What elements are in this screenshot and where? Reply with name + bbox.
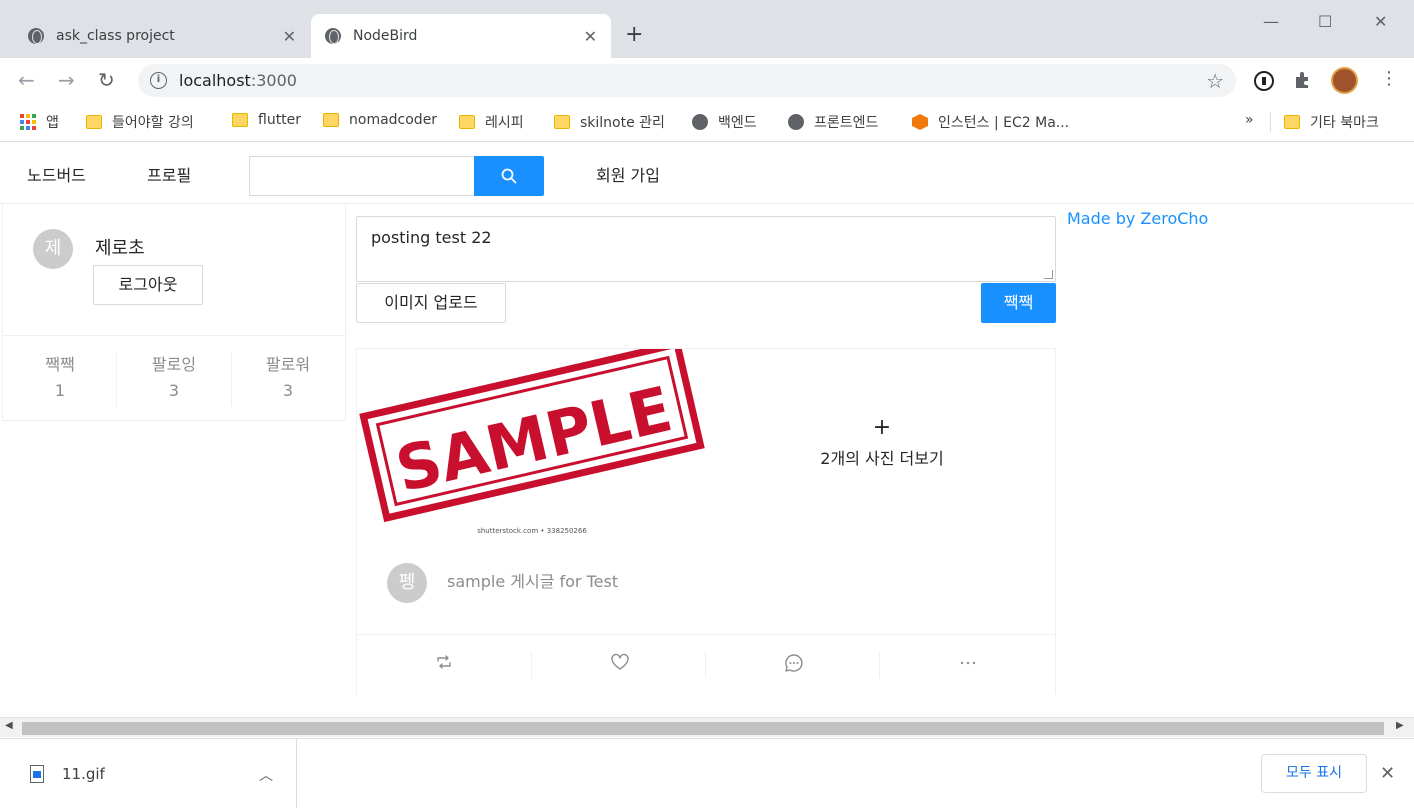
globe-icon bbox=[28, 28, 44, 44]
bookmark-folder[interactable]: 들어야할 강의 bbox=[86, 112, 194, 132]
close-shelf-icon[interactable]: ✕ bbox=[1380, 763, 1395, 784]
profile-stats: 짹짹 1 팔로잉 3 팔로워 3 bbox=[3, 335, 345, 420]
post-textarea[interactable]: posting test 22 bbox=[356, 216, 1056, 282]
reload-icon[interactable]: ↻ bbox=[98, 68, 115, 92]
bookmark-star-icon[interactable]: ☆ bbox=[1206, 69, 1224, 93]
bookmark-link[interactable]: 프론트엔드 bbox=[788, 112, 878, 132]
made-by-link[interactable]: Made by ZeroCho bbox=[1067, 209, 1208, 228]
cast-audio-icon[interactable] bbox=[1253, 70, 1275, 92]
like-button[interactable] bbox=[532, 635, 706, 694]
post-actions bbox=[357, 634, 1055, 694]
info-icon[interactable]: i bbox=[150, 72, 167, 89]
retweet-button[interactable] bbox=[357, 635, 531, 694]
more-photos-label: 2개의 사진 더보기 bbox=[820, 449, 944, 468]
bookmark-link[interactable]: 백엔드 bbox=[692, 112, 757, 132]
download-shelf: 11.gif ︿ 모두 표시 ✕ bbox=[0, 738, 1414, 808]
plus-icon: + bbox=[872, 415, 892, 440]
ellipsis-icon bbox=[960, 661, 976, 665]
post-author-avatar: 펭 bbox=[387, 563, 427, 603]
web-page: 노드버드 프로필 회원 가입 제 제로초 로그아웃 짹짹 1 팔로잉 3 팔로워… bbox=[0, 143, 1414, 717]
bookmark-folder[interactable]: flutter bbox=[232, 112, 301, 128]
url-text[interactable]: localhost:3000 bbox=[179, 71, 297, 90]
resize-handle[interactable] bbox=[1044, 270, 1053, 279]
bookmark-other[interactable]: 기타 북마크 bbox=[1284, 112, 1379, 132]
image-upload-button[interactable]: 이미지 업로드 bbox=[356, 283, 506, 323]
globe-icon bbox=[788, 114, 804, 130]
folder-icon bbox=[86, 115, 102, 129]
bookmark-folder[interactable]: 레시피 bbox=[459, 112, 524, 132]
browser-toolbar: ← → ↻ i localhost:3000 ☆ ⋮ bbox=[0, 58, 1414, 102]
folder-icon bbox=[1284, 115, 1300, 129]
globe-icon bbox=[325, 28, 341, 44]
tab-strip: ask_class project ✕ NodeBird ✕ + — ☐ ✕ bbox=[0, 0, 1414, 58]
tab-ask-class[interactable]: ask_class project ✕ bbox=[14, 14, 310, 58]
tab-title: ask_class project bbox=[56, 28, 175, 44]
menu-kebab-icon[interactable]: ⋮ bbox=[1380, 68, 1398, 90]
more-photos-button[interactable]: + 2개의 사진 더보기 bbox=[707, 349, 1057, 539]
chevron-up-icon[interactable]: ︿ bbox=[259, 765, 273, 785]
address-bar[interactable]: i localhost:3000 ☆ bbox=[138, 64, 1236, 97]
avatar: 제 bbox=[33, 229, 73, 269]
search-button[interactable] bbox=[474, 156, 544, 196]
stat-followings[interactable]: 팔로잉 3 bbox=[117, 352, 231, 404]
scroll-right-icon[interactable]: ▶ bbox=[1396, 720, 1404, 731]
image-caption: shutterstock.com • 338250266 bbox=[477, 527, 587, 535]
window-close-icon[interactable]: ✕ bbox=[1374, 12, 1387, 31]
post-content: sample 게시글 for Test bbox=[447, 572, 619, 591]
show-all-downloads-button[interactable]: 모두 표시 bbox=[1261, 754, 1367, 793]
globe-icon bbox=[692, 114, 708, 130]
comment-button[interactable] bbox=[706, 635, 880, 694]
profile-nickname: 제로초 bbox=[95, 238, 145, 259]
tab-title: NodeBird bbox=[353, 28, 418, 44]
folder-icon bbox=[232, 113, 248, 127]
scroll-left-icon[interactable]: ◀ bbox=[5, 720, 13, 731]
menu-home[interactable]: 노드버드 bbox=[27, 162, 86, 186]
folder-icon bbox=[459, 115, 475, 129]
retweet-icon bbox=[437, 655, 451, 669]
horizontal-scrollbar[interactable]: ◀ ▶ bbox=[0, 717, 1414, 737]
tab-close-icon[interactable]: ✕ bbox=[283, 27, 296, 46]
download-file-name: 11.gif bbox=[62, 765, 105, 783]
stat-followers[interactable]: 팔로워 3 bbox=[231, 352, 345, 404]
new-tab-button[interactable]: + bbox=[625, 24, 643, 46]
search-input[interactable] bbox=[249, 156, 475, 196]
bookmark-folder[interactable]: nomadcoder bbox=[323, 112, 437, 128]
back-icon[interactable]: ← bbox=[18, 68, 35, 92]
maximize-icon[interactable]: ☐ bbox=[1318, 12, 1332, 31]
bookmarks-overflow-button[interactable]: » bbox=[1245, 112, 1254, 128]
logout-button[interactable]: 로그아웃 bbox=[93, 265, 203, 305]
folder-icon bbox=[323, 113, 339, 127]
extensions-icon[interactable] bbox=[1293, 70, 1313, 90]
post-card: SAMPLE shutterstock.com • 338250266 + 2개… bbox=[356, 339, 1057, 694]
post-image[interactable]: SAMPLE shutterstock.com • 338250266 bbox=[357, 339, 707, 539]
aws-icon bbox=[912, 114, 928, 130]
scrollbar-thumb[interactable] bbox=[22, 722, 1384, 735]
menu-signup[interactable]: 회원 가입 bbox=[596, 162, 660, 186]
profile-avatar[interactable] bbox=[1331, 67, 1358, 94]
sample-stamp-image: SAMPLE shutterstock.com • 338250266 bbox=[359, 339, 705, 535]
bookmarks-bar: 앱 들어야할 강의 flutter nomadcoder 레시피 skilnot… bbox=[0, 102, 1414, 142]
stat-tweets[interactable]: 짹짹 1 bbox=[3, 352, 117, 404]
more-button[interactable] bbox=[880, 635, 1054, 694]
forward-icon[interactable]: → bbox=[58, 68, 75, 92]
menu-profile[interactable]: 프로필 bbox=[147, 162, 191, 186]
bookmark-folder[interactable]: skilnote 관리 bbox=[554, 112, 665, 132]
search-icon bbox=[501, 168, 517, 184]
tab-nodebird[interactable]: NodeBird ✕ bbox=[311, 14, 611, 58]
folder-icon bbox=[554, 115, 570, 129]
bookmark-link[interactable]: 인스턴스 | EC2 Ma... bbox=[912, 112, 1069, 132]
divider bbox=[1270, 112, 1271, 132]
image-file-icon bbox=[30, 765, 44, 783]
tweet-submit-button[interactable]: 짹짹 bbox=[981, 283, 1056, 323]
tab-close-icon[interactable]: ✕ bbox=[584, 27, 597, 46]
heart-icon bbox=[611, 653, 629, 670]
message-icon bbox=[785, 654, 803, 672]
minimize-icon[interactable]: — bbox=[1263, 12, 1279, 31]
apps-icon bbox=[20, 114, 36, 130]
app-menu: 노드버드 프로필 회원 가입 bbox=[0, 143, 1414, 204]
bookmark-apps[interactable]: 앱 bbox=[20, 112, 59, 132]
profile-card: 제 제로초 로그아웃 짹짹 1 팔로잉 3 팔로워 3 bbox=[2, 204, 346, 421]
download-item[interactable]: 11.gif ︿ bbox=[0, 739, 297, 808]
